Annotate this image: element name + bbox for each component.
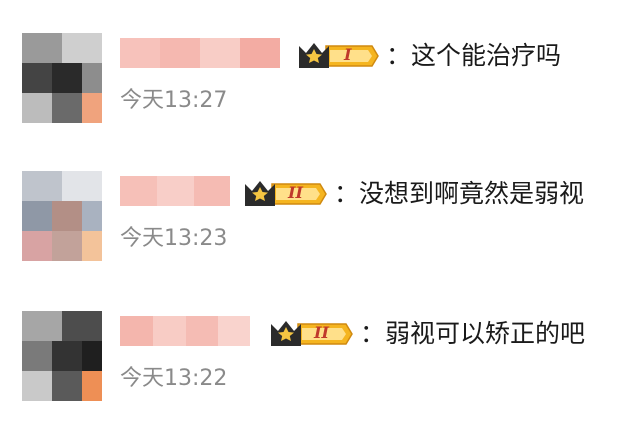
comment-item: II ：弱视可以矫正的吧 今天13:22 [0,306,639,416]
avatar[interactable] [22,33,102,123]
level-badge: II [242,178,328,210]
comment-item: I ：这个能治疗吗 今天13:27 [0,28,639,138]
comment-text: ：弱视可以矫正的吧 [360,319,586,348]
avatar[interactable] [22,171,102,261]
username[interactable] [120,176,230,206]
timestamp: 今天13:22 [120,366,228,391]
username[interactable] [120,316,250,346]
level-badge: I [296,40,380,72]
crown-icon [299,43,379,68]
timestamp: 今天13:23 [120,226,228,251]
comment-text: ：这个能治疗吗 [386,41,562,70]
badge-level: II [288,183,303,202]
level-badge: II [268,318,354,350]
username[interactable] [120,38,280,68]
crown-icon [271,321,353,346]
comment-list: I ：这个能治疗吗 今天13:27 II ：没想到啊竟然是弱视 今天13:23 … [0,0,639,441]
comment-item: II ：没想到啊竟然是弱视 今天13:23 [0,166,639,276]
crown-icon [245,181,327,206]
badge-level: I [344,45,352,64]
badge-level: II [314,323,329,342]
avatar[interactable] [22,311,102,401]
comment-text: ：没想到啊竟然是弱视 [334,179,585,208]
timestamp: 今天13:27 [120,88,228,113]
